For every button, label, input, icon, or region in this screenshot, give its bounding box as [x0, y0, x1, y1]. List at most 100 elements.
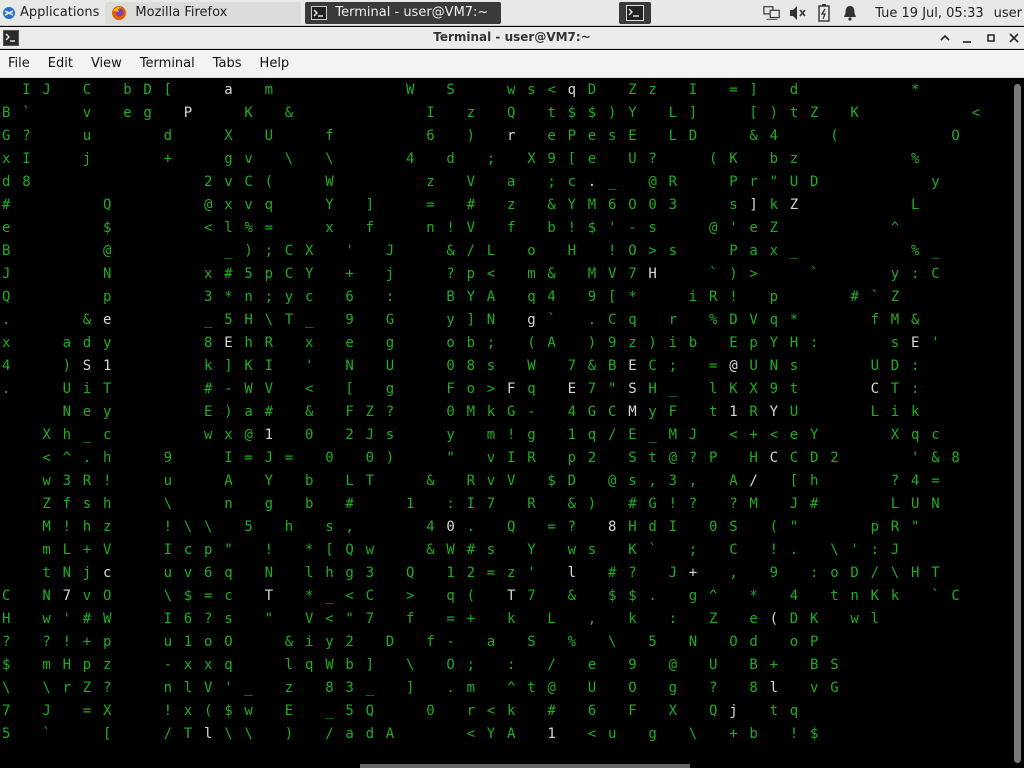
matrix-char: H — [911, 565, 920, 581]
matrix-char: @ — [244, 427, 253, 443]
matrix-char: = — [82, 703, 92, 719]
terminal-output[interactable]: I J Cb D[a m W Sw s < q D Zz I =] d * B ` v e g P K & Iz Qt $ $) Y L]… — [0, 79, 1012, 768]
matrix-char: ! — [507, 427, 516, 443]
menu-edit[interactable]: Edit — [39, 56, 82, 71]
matrix-char: X — [890, 427, 900, 443]
matrix-char: e — [2, 220, 11, 236]
network-icon[interactable] — [763, 4, 781, 22]
matrix-char: 8 — [951, 450, 960, 466]
matrix-char: J — [890, 542, 900, 558]
matrix-char: W — [103, 611, 112, 627]
matrix-char: ; — [547, 174, 556, 190]
matrix-char: B — [810, 657, 819, 673]
mute-icon[interactable] — [789, 4, 807, 22]
applications-menu[interactable]: Applications — [0, 0, 103, 26]
matrix-char: Z — [82, 680, 92, 696]
matrix-char: & — [567, 588, 577, 604]
user-menu[interactable]: user — [994, 6, 1022, 21]
matrix-char: ? — [385, 404, 395, 420]
matrix-char: ; — [668, 358, 678, 374]
matrix-char: = — [547, 519, 556, 535]
matrix-char: W — [406, 82, 415, 98]
chevron-up-icon[interactable] — [936, 29, 954, 47]
matrix-char: * — [749, 588, 758, 604]
matrix-char: q — [911, 427, 920, 443]
matrix-char: c — [183, 542, 193, 558]
matrix-char: + — [749, 427, 758, 443]
battery-icon[interactable] — [815, 4, 833, 22]
matrix-char: W — [325, 174, 334, 190]
matrix-char: C — [648, 358, 657, 374]
clock[interactable]: Tue 19 Jul, 05:33 — [875, 6, 983, 21]
matrix-char: ' — [911, 450, 920, 466]
matrix-char: b — [769, 151, 779, 167]
matrix-char: s — [325, 519, 334, 535]
matrix-char: < — [42, 450, 51, 466]
matrix-char: & — [426, 542, 435, 558]
matrix-char: p — [103, 289, 112, 305]
matrix-char: ) — [769, 105, 779, 121]
matrix-char: ? — [688, 450, 698, 466]
menu-file[interactable]: File — [0, 56, 39, 71]
matrix-char: u — [163, 565, 173, 581]
matrix-char: Z — [628, 82, 637, 98]
matrix-char: \ — [406, 657, 415, 673]
matrix-char: J — [42, 703, 51, 719]
matrix-char: X — [42, 427, 51, 443]
menu-terminal[interactable]: Terminal — [131, 56, 204, 71]
matrix-char: $ — [587, 220, 597, 236]
matrix-char: : — [810, 335, 819, 351]
matrix-char: @ — [668, 450, 678, 466]
matrix-char: L — [62, 542, 72, 558]
matrix-char: Y — [264, 473, 274, 489]
matrix-char: P — [709, 450, 718, 466]
menu-help[interactable]: Help — [251, 56, 299, 71]
matrix-char: q — [224, 657, 233, 673]
matrix-char: ` — [810, 266, 819, 282]
taskbar-firefox[interactable]: Mozilla Firefox — [105, 1, 302, 24]
menu-tabs[interactable]: Tabs — [204, 56, 251, 71]
bell-icon[interactable] — [841, 4, 859, 22]
matrix-char: + — [82, 634, 92, 650]
matrix-char: ' — [305, 358, 314, 374]
menu-view[interactable]: View — [82, 56, 131, 71]
matrix-char: K — [244, 358, 253, 374]
matrix-char: _ — [305, 312, 314, 328]
matrix-char: 0 — [325, 450, 334, 466]
matrix-char: i — [668, 335, 678, 351]
matrix-char: F — [668, 404, 678, 420]
matrix-char: " — [789, 519, 799, 535]
matrix-char: & — [426, 473, 435, 489]
taskbar-terminal[interactable]: Terminal - user@VM7:~ — [305, 1, 502, 24]
matrix-char: L — [870, 404, 880, 420]
window-titlebar[interactable]: Terminal - user@VM7:~ — [0, 27, 1024, 49]
matrix-char: ? — [2, 634, 11, 650]
matrix-char: S — [527, 634, 536, 650]
maximize-button[interactable] — [982, 29, 1000, 47]
matrix-char: g — [648, 726, 657, 742]
matrix-char: J — [42, 82, 51, 98]
matrix-char: T — [264, 588, 274, 604]
matrix-char: f — [406, 611, 415, 627]
matrix-char: a — [62, 335, 72, 351]
matrix-char: Q — [507, 105, 516, 121]
matrix-char: E — [567, 381, 577, 397]
matrix-char: f — [870, 312, 880, 328]
matrix-char: Z — [789, 197, 799, 213]
matrix-char: C — [729, 542, 738, 558]
matrix-char: 9 — [587, 289, 597, 305]
matrix-char: < — [486, 703, 496, 719]
matrix-char: U — [385, 358, 395, 374]
matrix-char: $ — [567, 105, 577, 121]
matrix-char: y — [931, 174, 940, 190]
matrix-char: M — [628, 404, 637, 420]
vertical-scrollbar[interactable] — [1012, 79, 1024, 768]
matrix-char: 9 — [769, 565, 779, 581]
close-button[interactable] — [1005, 29, 1023, 47]
taskbar-terminal-label: Terminal - user@VM7:~ — [335, 5, 489, 20]
matrix-char: , — [688, 473, 698, 489]
matrix-char: 7 — [486, 496, 496, 512]
scrollbar-thumb[interactable] — [1014, 84, 1021, 763]
workspace-switcher[interactable] — [619, 1, 652, 24]
minimize-button[interactable] — [958, 29, 976, 47]
